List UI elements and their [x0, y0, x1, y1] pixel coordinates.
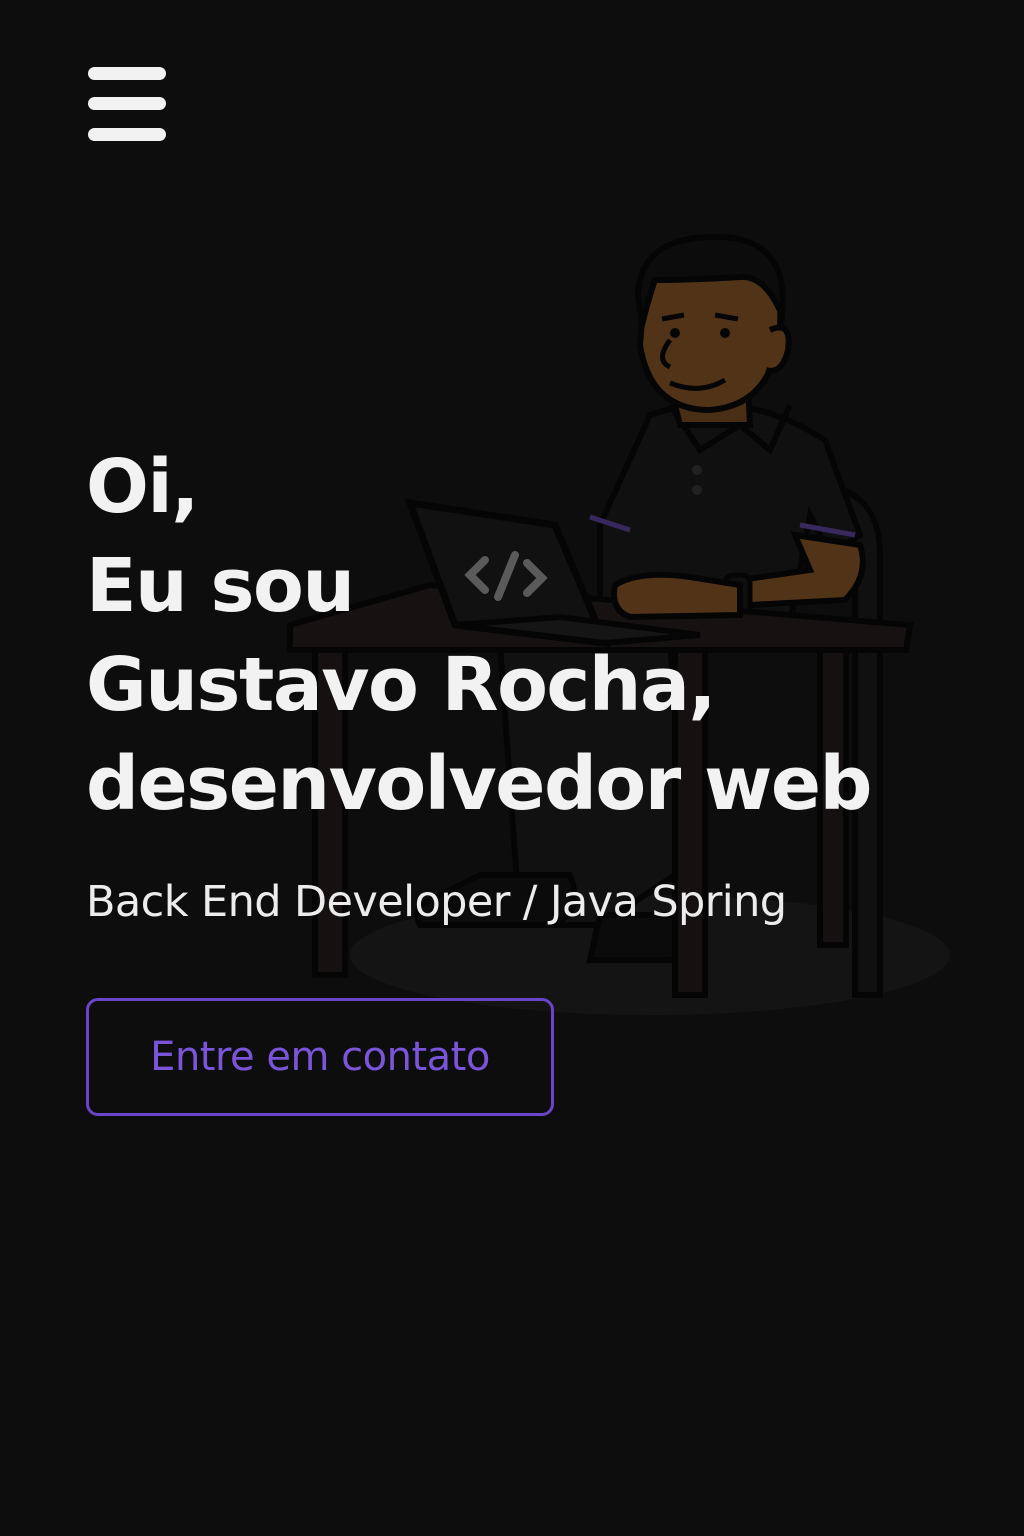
hero-greeting: Oi,: [86, 444, 199, 530]
hero-intro: Eu sou: [86, 543, 355, 629]
contact-button[interactable]: Entre em contato: [86, 998, 554, 1116]
menu-bar: [88, 97, 166, 110]
hero-role: desenvolvedor web: [86, 741, 873, 827]
menu-bar: [88, 67, 166, 80]
hero-subtitle: Back End Developer / Java Spring: [86, 877, 787, 927]
hero-heading: Oi, Eu sou Gustavo Rocha, desenvolvedor …: [86, 438, 873, 834]
menu-bar: [88, 128, 166, 141]
page: Oi, Eu sou Gustavo Rocha, desenvolvedor …: [0, 0, 1024, 1536]
hero-name: Gustavo Rocha,: [86, 642, 717, 728]
hamburger-menu-icon[interactable]: [86, 64, 168, 144]
